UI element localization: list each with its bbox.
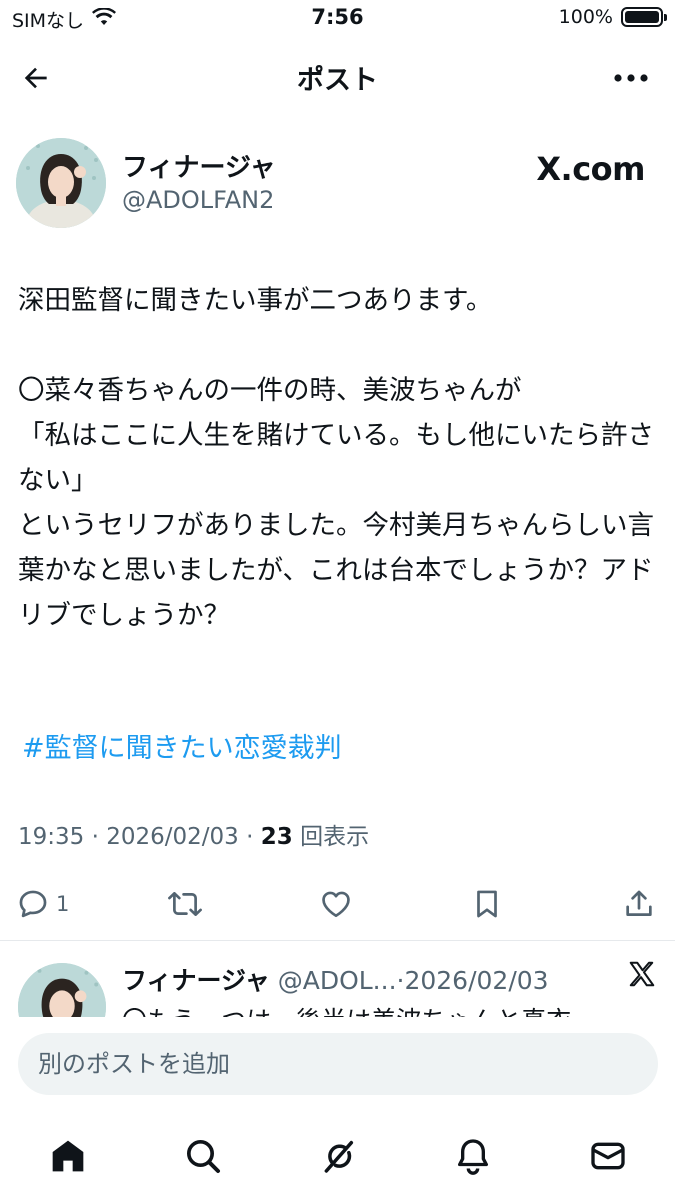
more-horizontal-icon	[614, 74, 648, 82]
action-bar: 1	[0, 880, 675, 928]
repost-button[interactable]	[168, 880, 202, 928]
reply-author-name[interactable]: フィナージャ	[122, 966, 270, 995]
source-logo: X.com	[536, 150, 645, 188]
post-time: 19:35	[18, 824, 85, 850]
reply-meta: @ADOL...·2026/02/03	[277, 966, 549, 995]
author-handle[interactable]: @ADOLFAN2	[122, 186, 274, 214]
nav-search[interactable]	[181, 1134, 225, 1178]
nav-notifications[interactable]	[451, 1134, 495, 1178]
home-icon	[52, 1140, 84, 1172]
meta-separator: ·	[246, 824, 261, 850]
heart-icon	[322, 891, 350, 918]
meta-separator: ·	[91, 824, 107, 850]
nav-messages[interactable]	[586, 1134, 630, 1178]
reply-header: フィナージャ @ADOL...·2026/02/03	[122, 961, 549, 997]
notifications-icon	[458, 1139, 488, 1175]
avatar[interactable]	[16, 138, 106, 228]
more-button[interactable]	[611, 60, 651, 96]
reply-avatar[interactable]	[18, 963, 106, 1017]
share-button[interactable]	[622, 880, 656, 928]
nav-grok[interactable]	[316, 1134, 360, 1178]
reply-count: 1	[56, 892, 70, 916]
battery-percent: 100%	[558, 6, 613, 28]
status-bar: SIMなし 7:56 100%	[0, 0, 675, 40]
battery-icon	[621, 7, 667, 27]
comment-icon	[19, 890, 47, 918]
bottom-nav	[0, 1120, 675, 1200]
nav-home[interactable]	[46, 1134, 90, 1178]
views-count: 23	[260, 824, 293, 850]
author-name[interactable]: フィナージャ	[122, 147, 276, 184]
post-meta: 19:35 · 2026/02/03 · 23 回表示	[18, 817, 369, 851]
page-title: ポスト	[297, 65, 378, 96]
views-label: 回表示	[300, 824, 370, 850]
reply-preview[interactable]: フィナージャ @ADOL...·2026/02/03 〇もう一つは、後半は美波ち…	[0, 941, 675, 1017]
reply-text: 〇もう一つは、後半は美波ちゃんと真衣	[122, 1001, 571, 1017]
grok-icon	[324, 1140, 354, 1173]
hashtag-link[interactable]: #監督に聞きたい恋愛裁判	[22, 726, 342, 765]
x-logo-icon	[627, 959, 657, 997]
bookmark-icon	[477, 890, 497, 918]
status-right: 100%	[558, 6, 667, 28]
battery-level	[625, 11, 659, 23]
messages-icon	[591, 1142, 625, 1170]
post-date: 2026/02/03	[106, 824, 239, 850]
add-post-input[interactable]	[18, 1033, 658, 1095]
header: ポスト	[0, 44, 675, 108]
bookmark-button[interactable]	[470, 880, 504, 928]
post-text: 深田監督に聞きたい事が二つあります。 〇菜々香ちゃんの一件の時、美波ちゃんが 「…	[18, 285, 654, 631]
like-button[interactable]	[319, 880, 353, 928]
share-icon	[626, 890, 652, 916]
reply-button[interactable]: 1	[16, 880, 69, 928]
repost-icon	[168, 892, 202, 916]
search-icon	[187, 1140, 220, 1173]
